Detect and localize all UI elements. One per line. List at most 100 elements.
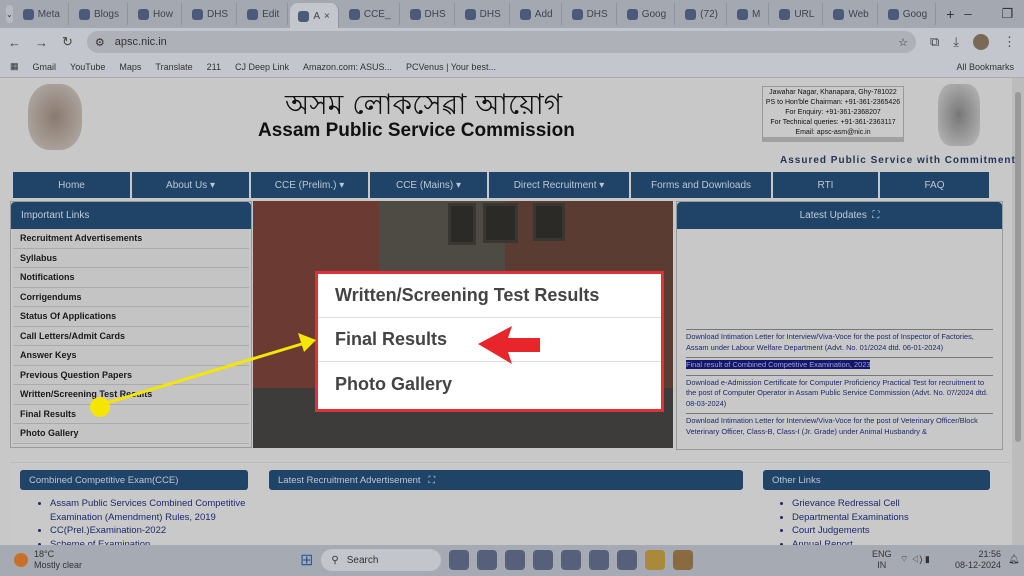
important-link[interactable]: Photo Gallery: [13, 424, 249, 444]
weather-icon: [14, 553, 28, 567]
store-icon[interactable]: [561, 550, 582, 570]
bookmark-item[interactable]: Amazon.com: ASUS...: [303, 62, 392, 72]
tab-favicon-icon: [779, 8, 791, 20]
restore-icon[interactable]: ❐: [1002, 6, 1014, 22]
clock-time[interactable]: 21:56: [955, 549, 1002, 560]
bookmark-item[interactable]: Translate: [155, 62, 192, 72]
update-link[interactable]: Download e-Admission Certificate for Com…: [686, 378, 988, 408]
update-item[interactable]: Final result of Combined Competitive Exa…: [686, 357, 993, 375]
tab-search-button[interactable]: ⌄: [6, 5, 13, 23]
windows-start-icon[interactable]: ⊞: [300, 550, 313, 570]
browser-tab[interactable]: URL: [771, 3, 824, 25]
browser-tab[interactable]: Web: [825, 3, 878, 25]
browser-tab[interactable]: Meta: [15, 3, 69, 25]
important-link[interactable]: Final Results: [13, 404, 249, 424]
bookmark-item[interactable]: Gmail: [33, 62, 57, 72]
wifi-volume-battery-icon[interactable]: ⌔ ◁) ▮: [900, 554, 930, 565]
bookmark-item[interactable]: YouTube: [70, 62, 105, 72]
important-link[interactable]: Call Letters/Admit Cards: [13, 326, 249, 346]
other-link[interactable]: Departmental Examinations: [792, 511, 998, 525]
file-explorer-icon[interactable]: [449, 550, 470, 570]
app-icon[interactable]: [589, 550, 610, 570]
folder-icon[interactable]: [645, 550, 666, 570]
dell-icon[interactable]: [617, 550, 638, 570]
notification-icon[interactable]: 🔔︎: [1008, 554, 1019, 565]
expand-icon[interactable]: ⛶: [872, 210, 879, 221]
back-icon[interactable]: ←: [8, 35, 21, 50]
browser-tab[interactable]: DHS: [564, 3, 617, 25]
important-link[interactable]: Written/Screening Test Results: [13, 385, 249, 405]
update-item[interactable]: Download Intimation Letter for Interview…: [686, 329, 993, 357]
taskbar-search[interactable]: ⚲ Search: [321, 549, 442, 571]
important-link[interactable]: Notifications: [13, 268, 249, 288]
site-info-icon[interactable]: ⚙: [95, 36, 105, 49]
url-input[interactable]: ⚙ apsc.nic.in ☆: [86, 31, 916, 53]
other-link[interactable]: Court Judgements: [792, 524, 998, 538]
browser-tab[interactable]: DHS: [184, 3, 238, 25]
browser-tab[interactable]: Add: [512, 3, 562, 25]
minimize-icon[interactable]: –: [964, 6, 971, 22]
edge-icon[interactable]: [533, 550, 554, 570]
nav-item[interactable]: Direct Recruitment ▾: [489, 172, 629, 198]
nav-item[interactable]: Forms and Downloads: [631, 172, 771, 198]
chrome-icon[interactable]: [673, 550, 694, 570]
reload-icon[interactable]: ↻: [62, 34, 73, 50]
nav-item[interactable]: Home: [13, 172, 130, 198]
nav-item[interactable]: About Us ▾: [132, 172, 249, 198]
forward-icon[interactable]: →: [35, 35, 48, 50]
nav-item[interactable]: CCE (Prelim.) ▾: [251, 172, 368, 198]
bookmark-star-icon[interactable]: ☆: [898, 36, 908, 49]
update-link[interactable]: Download Intimation Letter for Interview…: [686, 416, 978, 436]
scrollbar[interactable]: [1012, 78, 1024, 545]
weather-widget[interactable]: 18°C Mostly clear: [14, 549, 82, 571]
cce-link[interactable]: CC(Prel.)Examination-2022: [50, 524, 246, 538]
browser-tab[interactable]: Edit: [239, 3, 289, 25]
browser-tab[interactable]: DHS: [402, 3, 455, 25]
important-link[interactable]: Syllabus: [13, 248, 249, 268]
important-link[interactable]: Status Of Applications: [13, 307, 249, 327]
update-item[interactable]: Download e-Admission Certificate for Com…: [686, 374, 993, 414]
nav-item[interactable]: RTI: [773, 172, 878, 198]
browser-tab[interactable]: Blogs: [71, 3, 128, 25]
extensions-icon[interactable]: ⧉: [930, 34, 939, 50]
nav-item[interactable]: CCE (Mains) ▾: [370, 172, 487, 198]
bookmark-item[interactable]: PCVenus | Your best...: [406, 62, 496, 72]
tab-close-icon[interactable]: ×: [324, 11, 330, 22]
bookmark-item[interactable]: 211: [207, 62, 221, 72]
browser-tab[interactable]: A ×: [290, 3, 339, 29]
menu-icon[interactable]: ⋮: [1003, 34, 1016, 50]
avatar[interactable]: [973, 34, 989, 50]
important-link[interactable]: Recruitment Advertisements: [13, 229, 249, 249]
apps-icon[interactable]: ▦: [10, 61, 19, 72]
bookmark-item[interactable]: Maps: [119, 62, 141, 72]
important-link[interactable]: Answer Keys: [13, 346, 249, 366]
copilot-icon[interactable]: [505, 550, 526, 570]
nav-item[interactable]: FAQ: [880, 172, 989, 198]
update-link[interactable]: Final result of Combined Competitive Exa…: [686, 360, 871, 369]
browser-tab[interactable]: How: [130, 3, 182, 25]
all-bookmarks-folder[interactable]: All Bookmarks: [956, 62, 1014, 72]
expand-icon[interactable]: ⛶: [429, 475, 436, 486]
teams-icon[interactable]: [477, 550, 498, 570]
cce-panel-title: Combined Competitive Exam(CCE): [20, 470, 248, 490]
browser-tab[interactable]: Goog: [880, 3, 937, 25]
update-link[interactable]: Download Intimation Letter for Interview…: [686, 332, 974, 352]
browser-tab[interactable]: Goog: [619, 3, 676, 25]
tab-favicon-icon: [298, 10, 310, 22]
tab-favicon-icon: [736, 8, 748, 20]
update-item[interactable]: Download Intimation Letter for Interview…: [686, 413, 993, 441]
browser-tab[interactable]: DHS: [457, 3, 510, 25]
download-icon[interactable]: ⤓: [953, 34, 959, 50]
cce-link[interactable]: Assam Public Services Combined Competiti…: [50, 497, 246, 524]
new-tab-icon[interactable]: +: [938, 6, 962, 22]
tab-label: Goog: [641, 8, 667, 20]
browser-tab[interactable]: M: [729, 3, 770, 25]
browser-tab[interactable]: (72): [677, 3, 727, 25]
tab-favicon-icon: [137, 8, 149, 20]
other-link[interactable]: Grievance Redressal Cell: [792, 497, 998, 511]
important-link[interactable]: Previous Question Papers: [13, 365, 249, 385]
browser-tab[interactable]: CCE_: [341, 3, 400, 25]
important-link[interactable]: Corrigendums: [13, 287, 249, 307]
bookmark-item[interactable]: CJ Deep Link: [235, 62, 289, 72]
language[interactable]: ENG: [872, 549, 892, 560]
